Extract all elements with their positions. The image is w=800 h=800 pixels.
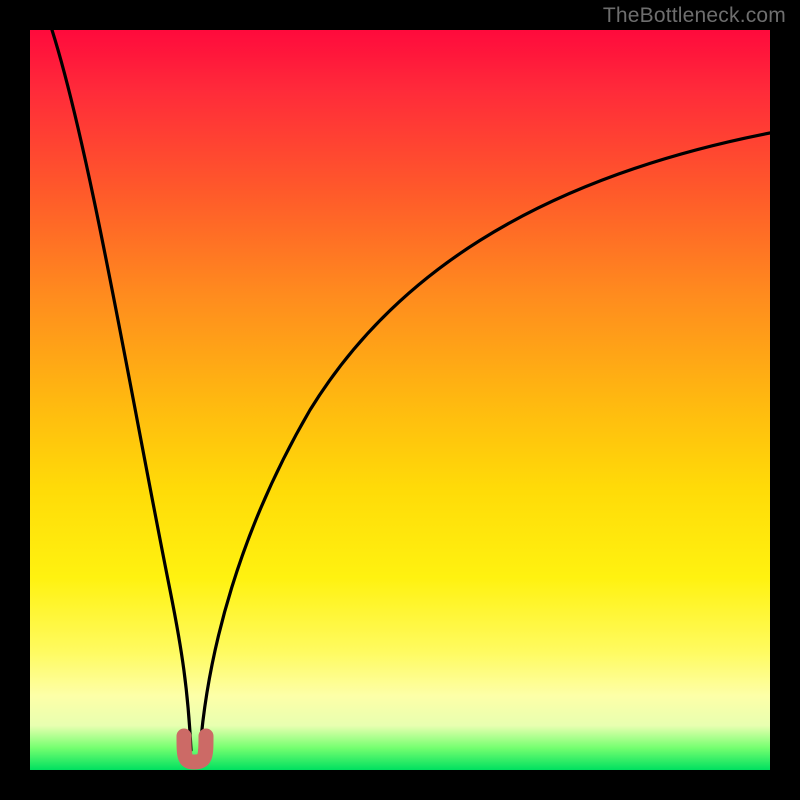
curve-left	[52, 30, 191, 750]
minimum-marker	[184, 736, 206, 762]
curves-layer	[30, 30, 770, 770]
curve-right	[200, 133, 770, 750]
chart-frame: TheBottleneck.com	[0, 0, 800, 800]
watermark-text: TheBottleneck.com	[603, 4, 786, 28]
plot-area	[30, 30, 770, 770]
